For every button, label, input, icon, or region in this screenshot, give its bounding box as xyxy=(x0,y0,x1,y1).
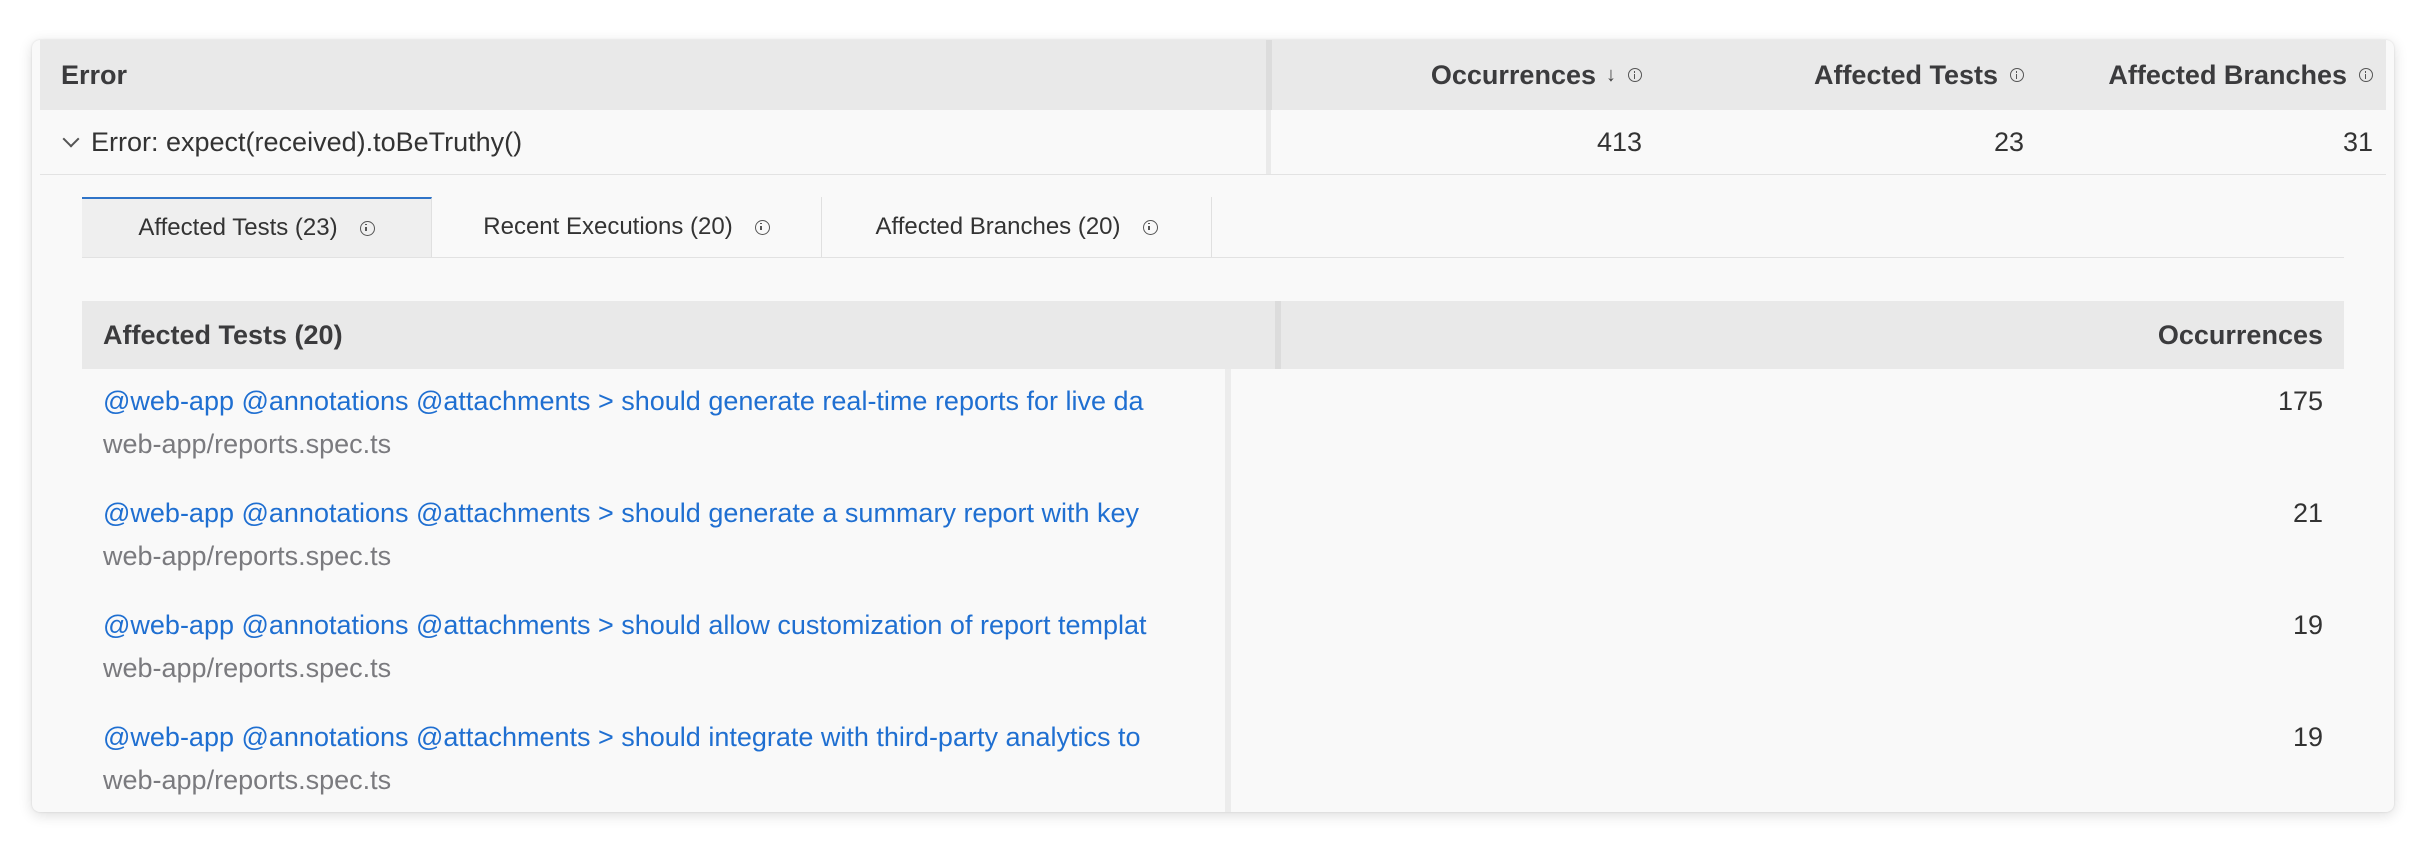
sort-descending-icon[interactable]: ↓ xyxy=(1606,64,1616,87)
error-details-panel: Error Occurrences ↓ Affected Tests Affec… xyxy=(32,40,2394,812)
test-name-link[interactable]: @web-app @annotations @attachments > sho… xyxy=(103,381,1273,421)
tab-label: Affected Branches (20) xyxy=(875,213,1121,240)
table-row: @web-app @annotations @attachments > sho… xyxy=(82,717,2344,812)
test-occurrences: 19 xyxy=(2292,610,2323,640)
occurrences-value: 413 xyxy=(1596,126,1642,157)
info-icon[interactable] xyxy=(2010,68,2024,82)
table-row: @web-app @annotations @attachments > sho… xyxy=(82,381,2344,493)
info-icon[interactable] xyxy=(359,220,375,236)
test-file-path: web-app/reports.spec.ts xyxy=(103,429,392,459)
tab-recent-executions[interactable]: Recent Executions (20) xyxy=(432,197,822,257)
test-occurrences: 19 xyxy=(2292,722,2323,752)
column-divider xyxy=(1266,110,1271,174)
affected-branches-cell: 31 xyxy=(2050,110,2373,174)
error-column-label: Error xyxy=(61,59,128,90)
tab-label: Recent Executions (20) xyxy=(483,213,733,240)
table-row: @web-app @annotations @attachments > sho… xyxy=(82,493,2344,605)
affected-branches-column-header[interactable]: Affected Branches xyxy=(2050,40,2373,110)
info-icon[interactable] xyxy=(754,219,770,235)
tab-affected-branches[interactable]: Affected Branches (20) xyxy=(822,197,1212,257)
occurrences-column-label: Occurrences xyxy=(1430,59,1596,90)
affected-tests-table-header: Affected Tests (20) Occurrences xyxy=(82,301,2344,369)
info-icon[interactable] xyxy=(1142,219,1158,235)
error-message: Error: expect(received).toBeTruthy() xyxy=(91,126,523,157)
error-column-header[interactable]: Error xyxy=(61,40,127,110)
detail-tabs: Affected Tests (23) Recent Executions (2… xyxy=(82,197,2344,258)
occurrences-header-label: Occurrences xyxy=(2157,319,2323,350)
table-row: @web-app @annotations @attachments > sho… xyxy=(82,605,2344,717)
error-row[interactable]: Error: expect(received).toBeTruthy() 413… xyxy=(40,110,2386,175)
test-occurrences: 175 xyxy=(2277,386,2323,416)
info-icon[interactable] xyxy=(1628,68,1642,82)
affected-branches-value: 31 xyxy=(2342,126,2373,157)
affected-tests-cell: 23 xyxy=(1690,110,2024,174)
affected-tests-value: 23 xyxy=(1993,126,2024,157)
error-table-header: Error Occurrences ↓ Affected Tests Affec… xyxy=(40,40,2386,110)
affected-tests-column-header[interactable]: Affected Tests (20) xyxy=(103,301,343,369)
affected-tests-column-header[interactable]: Affected Tests xyxy=(1690,40,2024,110)
occurrences-column-header[interactable]: Occurrences ↓ xyxy=(1272,40,1642,110)
occurrences-cell: 413 xyxy=(1272,110,1642,174)
affected-tests-column-label: Affected Tests xyxy=(1813,59,1998,90)
affected-tests-table-body: @web-app @annotations @attachments > sho… xyxy=(82,369,2344,812)
occurrences-column-header[interactable]: Occurrences xyxy=(1281,301,2323,369)
affected-branches-column-label: Affected Branches xyxy=(2108,59,2347,90)
test-occurrences: 21 xyxy=(2292,498,2323,528)
tab-label: Affected Tests (23) xyxy=(138,214,338,241)
test-file-path: web-app/reports.spec.ts xyxy=(103,541,392,571)
test-name-link[interactable]: @web-app @annotations @attachments > sho… xyxy=(103,717,1273,757)
error-cell: Error: expect(received).toBeTruthy() xyxy=(61,110,522,174)
test-file-path: web-app/reports.spec.ts xyxy=(103,765,392,795)
test-name-link[interactable]: @web-app @annotations @attachments > sho… xyxy=(103,493,1273,533)
chevron-down-icon[interactable] xyxy=(62,130,80,148)
affected-tests-header-label: Affected Tests (20) xyxy=(103,319,343,350)
test-file-path: web-app/reports.spec.ts xyxy=(103,653,392,683)
tab-affected-tests[interactable]: Affected Tests (23) xyxy=(82,197,432,257)
test-name-link[interactable]: @web-app @annotations @attachments > sho… xyxy=(103,605,1273,645)
info-icon[interactable] xyxy=(2359,68,2373,82)
